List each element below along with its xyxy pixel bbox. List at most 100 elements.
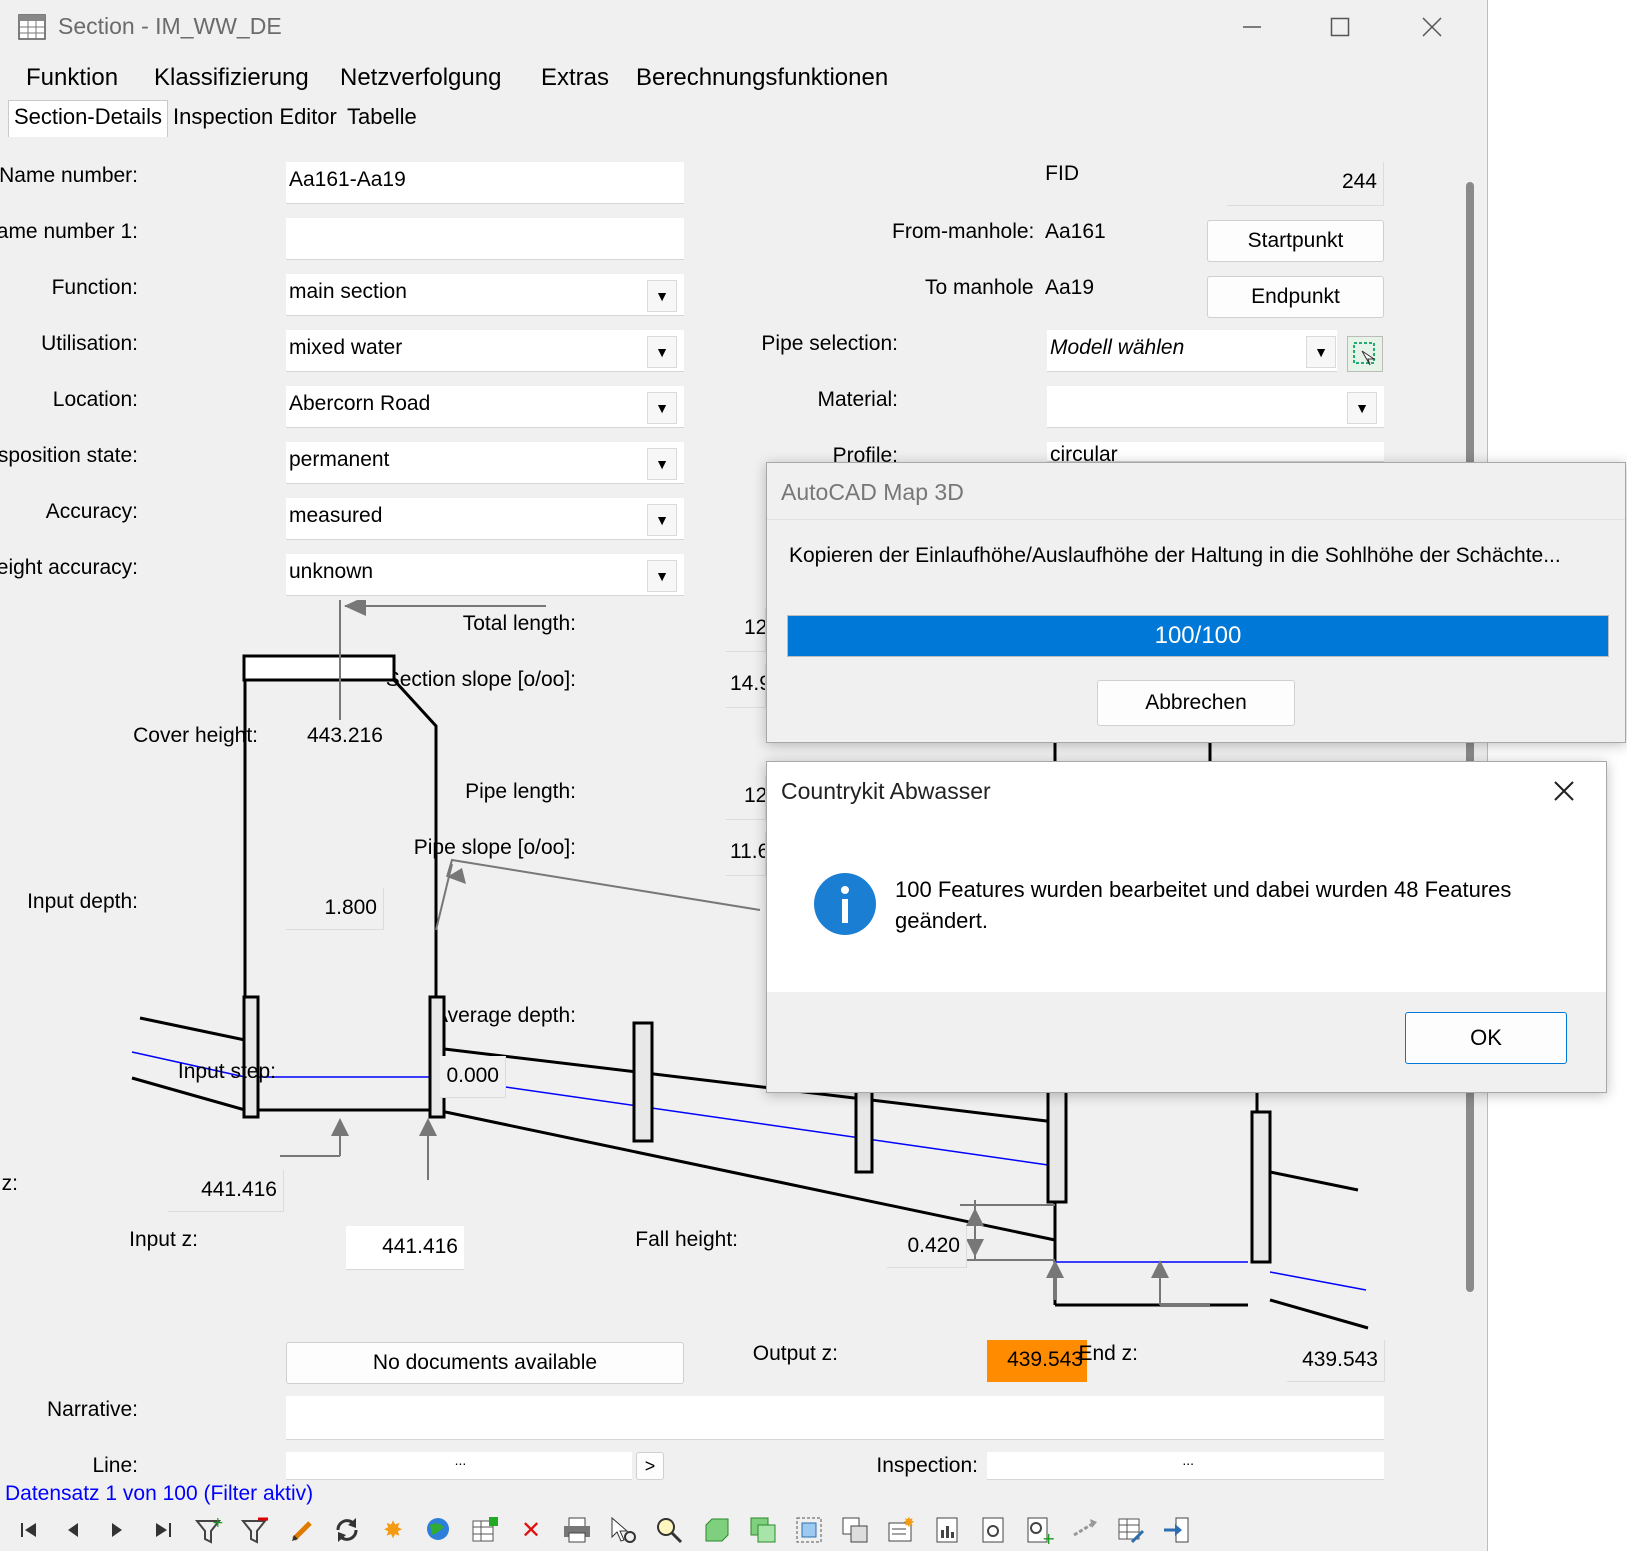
tab-tabelle[interactable]: Tabelle: [342, 104, 422, 134]
name-number-field[interactable]: Aa161-Aa19: [286, 162, 684, 204]
input-depth-field: 1.800: [286, 888, 384, 930]
filter-add-icon[interactable]: +: [192, 1514, 226, 1546]
info-dialog: Countrykit Abwasser 100 Features wurden …: [766, 761, 1607, 1093]
zoom-icon[interactable]: [652, 1514, 686, 1546]
fall-height-label: Fall height:: [635, 1228, 738, 1251]
input-step-label: Input step:: [177, 1060, 276, 1083]
report-add-icon[interactable]: +: [1022, 1514, 1056, 1546]
input-depth-label: Input depth:: [27, 890, 138, 913]
new-star-icon[interactable]: ✸: [376, 1514, 410, 1546]
narrative-label: Narrative:: [46, 1398, 138, 1421]
accuracy-label: Accuracy:: [45, 500, 138, 523]
pipe-selection-select[interactable]: Modell wählen: [1047, 330, 1337, 372]
chevron-down-icon[interactable]: ▼: [1347, 392, 1377, 424]
location-select[interactable]: Abercorn Road: [286, 386, 684, 428]
input-z-field[interactable]: 441.416: [346, 1226, 464, 1270]
output-z-label: Output z:: [752, 1342, 838, 1365]
table-add-icon[interactable]: [468, 1514, 502, 1546]
box-green-icon[interactable]: [700, 1514, 734, 1546]
menu-extras[interactable]: Extras: [541, 64, 609, 92]
menu-klassifizierung[interactable]: Klassifizierung: [154, 64, 309, 92]
minimize-icon[interactable]: [1229, 8, 1275, 46]
print-icon[interactable]: [560, 1514, 594, 1546]
utilisation-label: Utilisation:: [41, 332, 138, 355]
to-manhole-label: To manhole: [925, 276, 1034, 299]
fall-height-field: 0.420: [887, 1226, 967, 1268]
startpunkt-button[interactable]: Startpunkt: [1207, 220, 1384, 262]
progress-bar: 100/100: [787, 615, 1609, 657]
menu-berechnungsfunktionen[interactable]: Berechnungsfunktionen: [636, 64, 888, 92]
location-label: Location:: [52, 388, 138, 411]
info-icon: [813, 872, 877, 936]
chevron-down-icon[interactable]: ▼: [647, 280, 677, 312]
globe-icon[interactable]: [422, 1514, 456, 1546]
end-z-field: 439.543: [1287, 1340, 1385, 1382]
table-edit-icon[interactable]: [1114, 1514, 1148, 1546]
filter-remove-icon[interactable]: [238, 1514, 272, 1546]
cover-height-label: Cover height:: [133, 724, 258, 747]
report-icon[interactable]: [930, 1514, 964, 1546]
menu-funktion[interactable]: Funktion: [26, 64, 118, 92]
narrative-field[interactable]: [286, 1396, 1384, 1440]
function-label: Function:: [51, 276, 138, 299]
refresh-icon[interactable]: [330, 1514, 364, 1546]
next-record-icon[interactable]: [100, 1514, 134, 1546]
output-z-field: 439.543: [987, 1340, 1087, 1382]
inspection-field[interactable]: ...: [987, 1452, 1384, 1480]
height-accuracy-select[interactable]: unknown: [286, 554, 684, 596]
close-icon[interactable]: [1547, 774, 1581, 808]
input-z-label: Input z:: [129, 1228, 198, 1251]
title-bar: Section - IM_WW_DE: [0, 0, 1487, 56]
pipe-selection-label: Pipe selection:: [761, 332, 898, 355]
transfer-icon[interactable]: [1068, 1514, 1102, 1546]
select-cursor-icon[interactable]: [606, 1514, 640, 1546]
exit-icon[interactable]: [1160, 1514, 1194, 1546]
maximize-icon[interactable]: [1317, 8, 1363, 46]
edit-pencil-icon[interactable]: [286, 1514, 320, 1546]
line-field[interactable]: ...: [286, 1452, 632, 1480]
new-record-icon[interactable]: ✸: [884, 1514, 918, 1546]
divider: [767, 519, 1625, 520]
end-z-label: End z:: [1078, 1342, 1138, 1365]
select-box-icon[interactable]: [792, 1514, 826, 1546]
progress-dialog-title: AutoCAD Map 3D: [781, 479, 964, 505]
accuracy-select[interactable]: measured: [286, 498, 684, 540]
material-select[interactable]: [1047, 386, 1384, 428]
table-app-icon: [18, 14, 46, 40]
delete-icon[interactable]: ✕: [514, 1514, 548, 1546]
name-number1-field[interactable]: [286, 218, 684, 260]
endpunkt-button[interactable]: Endpunkt: [1207, 276, 1384, 318]
fid-label: FID: [1045, 162, 1079, 185]
from-manhole-label: From-manhole:: [892, 220, 1035, 243]
close-icon[interactable]: [1409, 8, 1455, 46]
chevron-down-icon[interactable]: ▼: [647, 336, 677, 368]
disposition-select[interactable]: permanent: [286, 442, 684, 484]
function-select[interactable]: main section: [286, 274, 684, 316]
line-browse-button[interactable]: >: [636, 1452, 664, 1480]
last-record-icon[interactable]: [146, 1514, 180, 1546]
tab-inspection-editor[interactable]: Inspection Editor: [168, 104, 342, 134]
document-icon[interactable]: [976, 1514, 1010, 1546]
copy-green-icon[interactable]: [746, 1514, 780, 1546]
svg-text:✸: ✸: [903, 1515, 915, 1531]
start-z-label: Start z:: [0, 1172, 18, 1195]
chevron-down-icon[interactable]: ▼: [1306, 336, 1336, 368]
documents-button[interactable]: No documents available: [286, 1342, 684, 1384]
chevron-down-icon[interactable]: ▼: [647, 392, 677, 424]
utilisation-select[interactable]: mixed water: [286, 330, 684, 372]
chevron-down-icon[interactable]: ▼: [647, 448, 677, 480]
abbrechen-button[interactable]: Abbrechen: [1097, 680, 1295, 726]
prev-record-icon[interactable]: [56, 1514, 90, 1546]
tab-section-details[interactable]: Section-Details: [8, 100, 168, 137]
info-message: 100 Features wurden bearbeitet und dabei…: [895, 877, 1512, 933]
profile-select[interactable]: circular: [1047, 442, 1384, 462]
height-accuracy-label: Height accuracy:: [0, 556, 138, 579]
pick-model-icon[interactable]: [1347, 336, 1383, 372]
first-record-icon[interactable]: [12, 1514, 46, 1546]
chevron-down-icon[interactable]: ▼: [647, 504, 677, 536]
progress-text: 100/100: [1154, 622, 1242, 649]
chevron-down-icon[interactable]: ▼: [647, 560, 677, 592]
ok-button[interactable]: OK: [1405, 1012, 1567, 1064]
duplicate-icon[interactable]: [838, 1514, 872, 1546]
menu-netzverfolgung[interactable]: Netzverfolgung: [340, 64, 501, 92]
